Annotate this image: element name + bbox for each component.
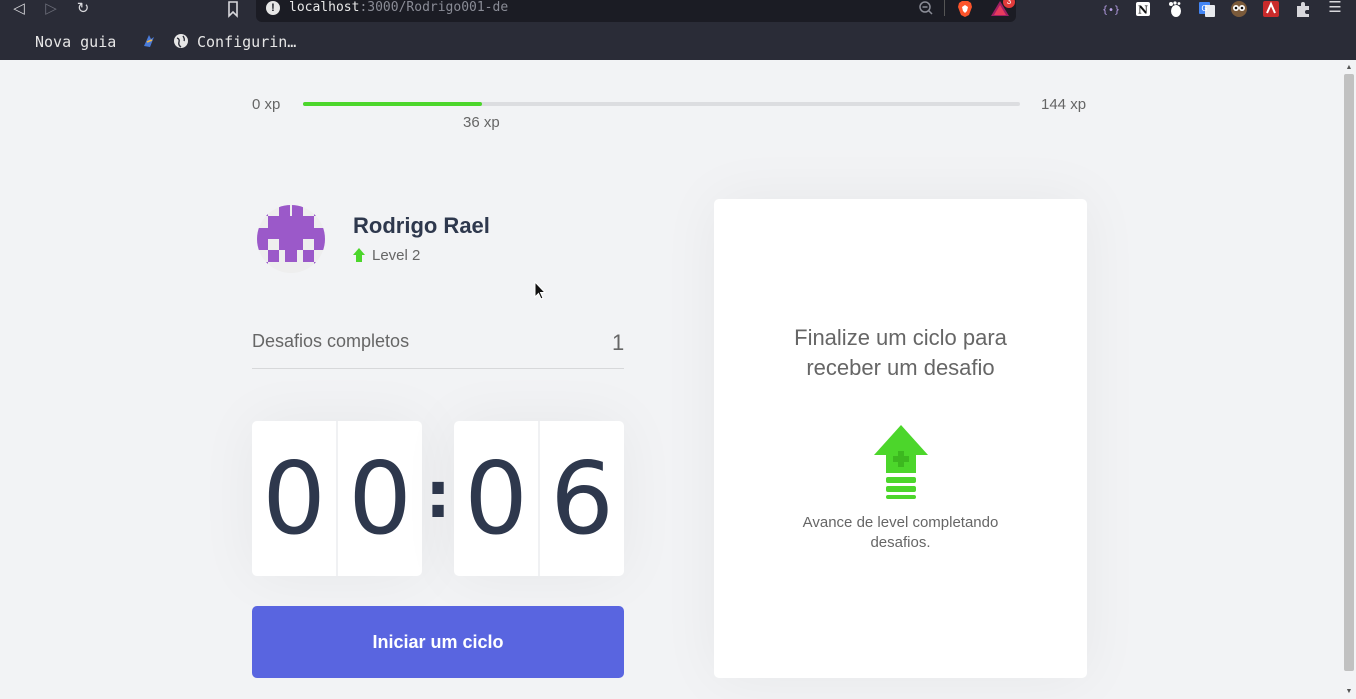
second-tens-digit: 0 <box>454 421 539 576</box>
reload-icon[interactable]: ↻ <box>73 0 93 18</box>
divider <box>252 368 624 369</box>
brave-shields-icon[interactable] <box>956 0 974 18</box>
minute-ones-digit: 0 <box>337 421 422 576</box>
google-translate-icon[interactable]: G <box>1198 0 1216 18</box>
challenge-box-description: Avance de level completando desafios. <box>802 514 999 551</box>
scroll-down-icon[interactable]: ▼ <box>1345 688 1353 696</box>
start-cycle-button[interactable]: Iniciar um ciclo <box>252 606 624 678</box>
countdown-minutes: 0 0 <box>252 421 422 576</box>
challenge-box: Finalize um ciclo para receber um desafi… <box>714 199 1087 678</box>
completed-challenges-label: Desafios completos <box>252 331 410 351</box>
completed-challenges-count: 1 <box>612 330 625 355</box>
second-ones-digit: 6 <box>539 421 624 576</box>
level-up-icon <box>874 425 928 499</box>
forward-icon[interactable]: ▷ <box>41 0 61 18</box>
menu-icon[interactable]: ☰ <box>1327 0 1343 16</box>
bookmark-nova-guia[interactable]: Nova guia <box>35 32 116 52</box>
countdown-separator: : <box>425 459 451 533</box>
minute-tens-digit: 0 <box>252 421 337 576</box>
level-up-icon <box>353 248 365 262</box>
bookmark-favicon-icon <box>144 35 154 47</box>
red-extension-icon[interactable] <box>1262 0 1280 18</box>
extension-code-icon[interactable]: {•} <box>1102 0 1120 18</box>
notion-icon[interactable]: N <box>1134 0 1152 18</box>
extensions-puzzle-icon[interactable] <box>1294 0 1312 18</box>
owl-extension-icon[interactable] <box>1230 0 1248 18</box>
svg-text:N: N <box>1138 4 1148 17</box>
bookmark-configurin[interactable]: Configurin… <box>197 32 296 52</box>
scrollbar-thumb[interactable] <box>1344 74 1354 671</box>
url-host: localhost <box>289 0 360 15</box>
svg-text:{•}: {•} <box>1102 5 1120 16</box>
challenge-box-title: Finalize um ciclo para receber um desafi… <box>794 325 1007 380</box>
avatar <box>257 205 325 273</box>
svg-text:G: G <box>1201 4 1207 13</box>
url-path: :3000/Rodrigo001-de <box>359 0 509 15</box>
site-info-icon[interactable]: ! <box>266 1 280 15</box>
gnome-extension-icon[interactable] <box>1166 0 1184 18</box>
url-separator <box>944 0 945 16</box>
xp-min-label: 0 xp <box>252 96 281 113</box>
bookmark-icon[interactable] <box>224 0 242 18</box>
xp-current-label: 36 xp <box>463 114 500 131</box>
globe-icon <box>174 34 188 48</box>
countdown-seconds: 0 6 <box>454 421 624 576</box>
experience-bar-fill <box>303 102 483 106</box>
user-name: Rodrigo Rael <box>353 213 490 238</box>
mouse-cursor-icon <box>534 281 546 300</box>
zoom-icon[interactable] <box>918 0 934 16</box>
back-icon[interactable]: ◁ <box>9 0 29 18</box>
browser-chrome: ◁ ▷ ↻ ! localhost:3000/Rodrigo001-de 3 {… <box>0 0 1356 60</box>
url-text[interactable]: localhost:3000/Rodrigo001-de <box>289 0 508 16</box>
xp-max-label: 144 xp <box>1041 96 1087 113</box>
scroll-up-icon[interactable]: ▲ <box>1345 64 1353 72</box>
user-level: Level 2 <box>372 247 421 264</box>
experience-bar <box>303 102 1020 106</box>
